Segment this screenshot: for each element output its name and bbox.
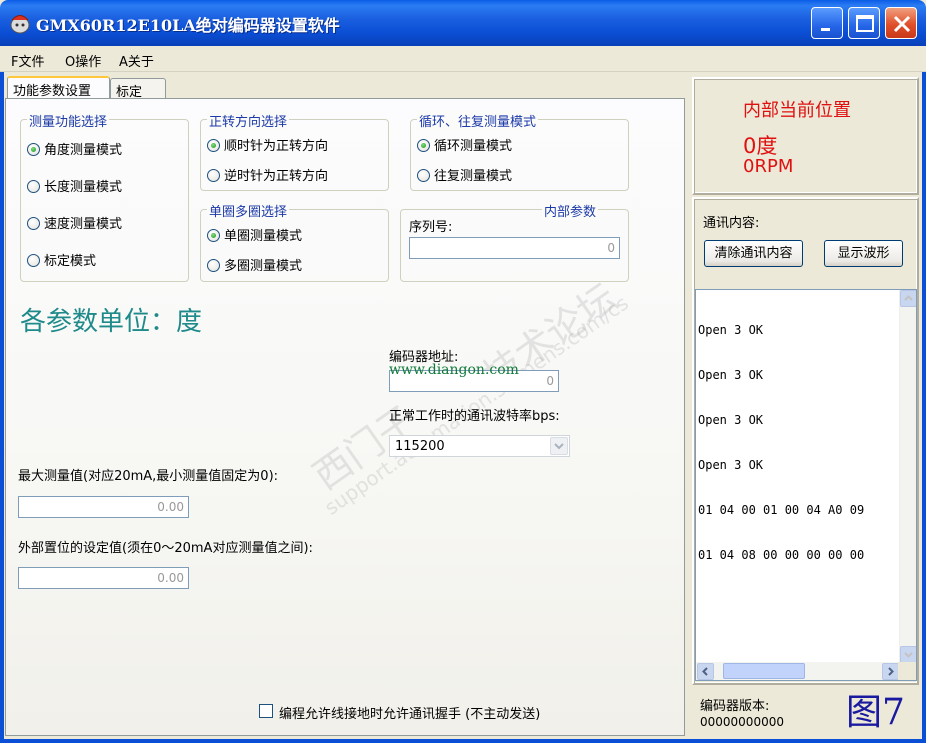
comm-label: 通讯内容: — [703, 216, 760, 231]
encoder-version-label: 编码器版本: — [700, 699, 770, 714]
window-border-left — [0, 46, 4, 743]
radio-calibration-mode[interactable]: 标定模式 — [27, 250, 96, 269]
baud-value: 115200 — [395, 439, 445, 454]
dropdown-button[interactable] — [550, 437, 568, 455]
radio-clockwise[interactable]: 顺时针为正转方向 — [207, 135, 328, 154]
scroll-thumb[interactable] — [723, 663, 805, 679]
menu-file[interactable]: F文件 — [11, 51, 44, 70]
radio-angle-mode[interactable]: 角度测量模式 — [27, 139, 122, 158]
close-icon — [893, 15, 911, 33]
radio-multi-turn[interactable]: 多圈测量模式 — [207, 255, 302, 274]
radio-icon[interactable] — [27, 180, 40, 193]
radio-length-mode[interactable]: 长度测量模式 — [27, 176, 122, 195]
radio-selected-icon[interactable] — [207, 229, 220, 242]
external-preset-input[interactable]: 0.00 — [18, 567, 189, 589]
app-icon — [7, 11, 33, 35]
turns-title: 单圈多圈选择 — [207, 201, 290, 220]
radio-speed-mode[interactable]: 速度测量模式 — [27, 213, 122, 232]
log-line: 01 04 00 01 00 04 A0 09 — [698, 503, 865, 517]
radio-icon[interactable] — [207, 169, 220, 182]
chevron-left-icon — [702, 667, 708, 676]
serial-label: 序列号: — [409, 220, 453, 235]
vertical-scrollbar[interactable] — [899, 290, 916, 663]
window-border-right — [922, 46, 926, 743]
window-border-bottom — [0, 739, 926, 743]
cycle-mode-title: 循环、往复测量模式 — [417, 111, 539, 130]
clear-comm-button[interactable]: 清除通讯内容 — [704, 240, 803, 267]
encoder-version-value: 00000000000 — [700, 715, 784, 729]
menu-about[interactable]: A关于 — [119, 51, 154, 70]
maximize-icon — [856, 15, 874, 32]
max-value-input[interactable]: 0.00 — [18, 496, 189, 518]
maximize-button[interactable] — [848, 7, 880, 39]
handshake-checkbox[interactable] — [259, 704, 273, 718]
log-line: Open 3 OK — [698, 368, 764, 382]
scroll-down-button[interactable] — [900, 646, 916, 663]
radio-icon[interactable] — [207, 259, 220, 272]
tab-function-params[interactable]: 功能参数设置 — [7, 76, 110, 99]
comm-log-lines: Open 3 OK Open 3 OK Open 3 OK Open 3 OK … — [698, 293, 864, 593]
horizontal-scrollbar[interactable] — [696, 662, 900, 680]
scroll-left-button[interactable] — [697, 663, 714, 680]
radio-label: 速度测量模式 — [44, 217, 123, 232]
radio-label: 标定模式 — [44, 254, 97, 269]
show-waveform-button[interactable]: 显示波形 — [824, 240, 903, 267]
internal-params-title: 内部参数 — [542, 201, 599, 220]
log-line: 01 04 08 00 00 00 00 00 — [698, 548, 865, 562]
position-speed: 0RPM — [743, 156, 794, 177]
chevron-right-icon — [888, 667, 894, 676]
radio-label: 单圈测量模式 — [224, 229, 303, 244]
external-preset-label: 外部置位的设定值(须在0～20mA对应测量值之间): — [18, 541, 313, 556]
radio-icon[interactable] — [417, 169, 430, 182]
minimize-button[interactable] — [811, 7, 843, 39]
radio-cycle-mode[interactable]: 循环测量模式 — [417, 135, 512, 154]
watermark-link: www.diangon.com — [389, 362, 519, 378]
log-line: Open 3 OK — [698, 413, 764, 427]
chevron-down-icon — [554, 443, 564, 450]
radio-label: 往复测量模式 — [434, 169, 513, 184]
position-panel — [692, 77, 919, 195]
scrollbar-corner — [898, 662, 916, 680]
handshake-label: 编程允许线接地时允许通讯握手 (不主动发送) — [279, 707, 541, 722]
log-line: Open 3 OK — [698, 323, 764, 337]
chevron-up-icon — [904, 295, 913, 301]
radio-label: 顺时针为正转方向 — [224, 139, 329, 154]
measure-function-title: 测量功能选择 — [27, 111, 110, 130]
radio-selected-icon[interactable] — [207, 139, 220, 152]
direction-title: 正转方向选择 — [207, 111, 290, 130]
title-bar: GMX60R12E10LA绝对编码器设置软件 — [0, 0, 926, 46]
radio-label: 逆时针为正转方向 — [224, 169, 329, 184]
log-line: Open 3 OK — [698, 458, 764, 472]
serial-input[interactable]: 0 — [409, 237, 620, 259]
minimize-icon — [821, 28, 830, 31]
radio-selected-icon[interactable] — [27, 143, 40, 156]
radio-counterclockwise[interactable]: 逆时针为正转方向 — [207, 165, 328, 184]
close-button[interactable] — [885, 7, 917, 39]
radio-icon[interactable] — [27, 254, 40, 267]
menu-bar: F文件 O操作 A关于 — [0, 46, 926, 72]
comm-log[interactable]: Open 3 OK Open 3 OK Open 3 OK Open 3 OK … — [695, 289, 917, 681]
window-title: GMX60R12E10LA绝对编码器设置软件 — [36, 16, 340, 35]
scroll-up-button[interactable] — [900, 290, 916, 307]
radio-label: 长度测量模式 — [44, 180, 123, 195]
radio-label: 多圈测量模式 — [224, 259, 303, 274]
scroll-right-button[interactable] — [882, 663, 899, 680]
baud-select[interactable]: 115200 — [389, 435, 570, 457]
position-title: 内部当前位置 — [743, 100, 851, 121]
radio-selected-icon[interactable] — [417, 139, 430, 152]
radio-single-turn[interactable]: 单圈测量模式 — [207, 225, 302, 244]
radio-label: 角度测量模式 — [44, 143, 123, 158]
radio-icon[interactable] — [27, 217, 40, 230]
radio-label: 循环测量模式 — [434, 139, 513, 154]
baud-label: 正常工作时的通讯波特率bps: — [389, 409, 560, 424]
max-value-label: 最大测量值(对应20mA,最小测量值固定为0): — [18, 469, 279, 484]
tab-calibration[interactable]: 标定 — [110, 78, 166, 100]
units-label: 各参数单位：度 — [20, 307, 203, 337]
chevron-down-icon — [904, 652, 913, 658]
menu-operate[interactable]: O操作 — [65, 51, 101, 70]
figure-label: 图7 — [846, 692, 905, 733]
radio-reciprocate-mode[interactable]: 往复测量模式 — [417, 165, 512, 184]
